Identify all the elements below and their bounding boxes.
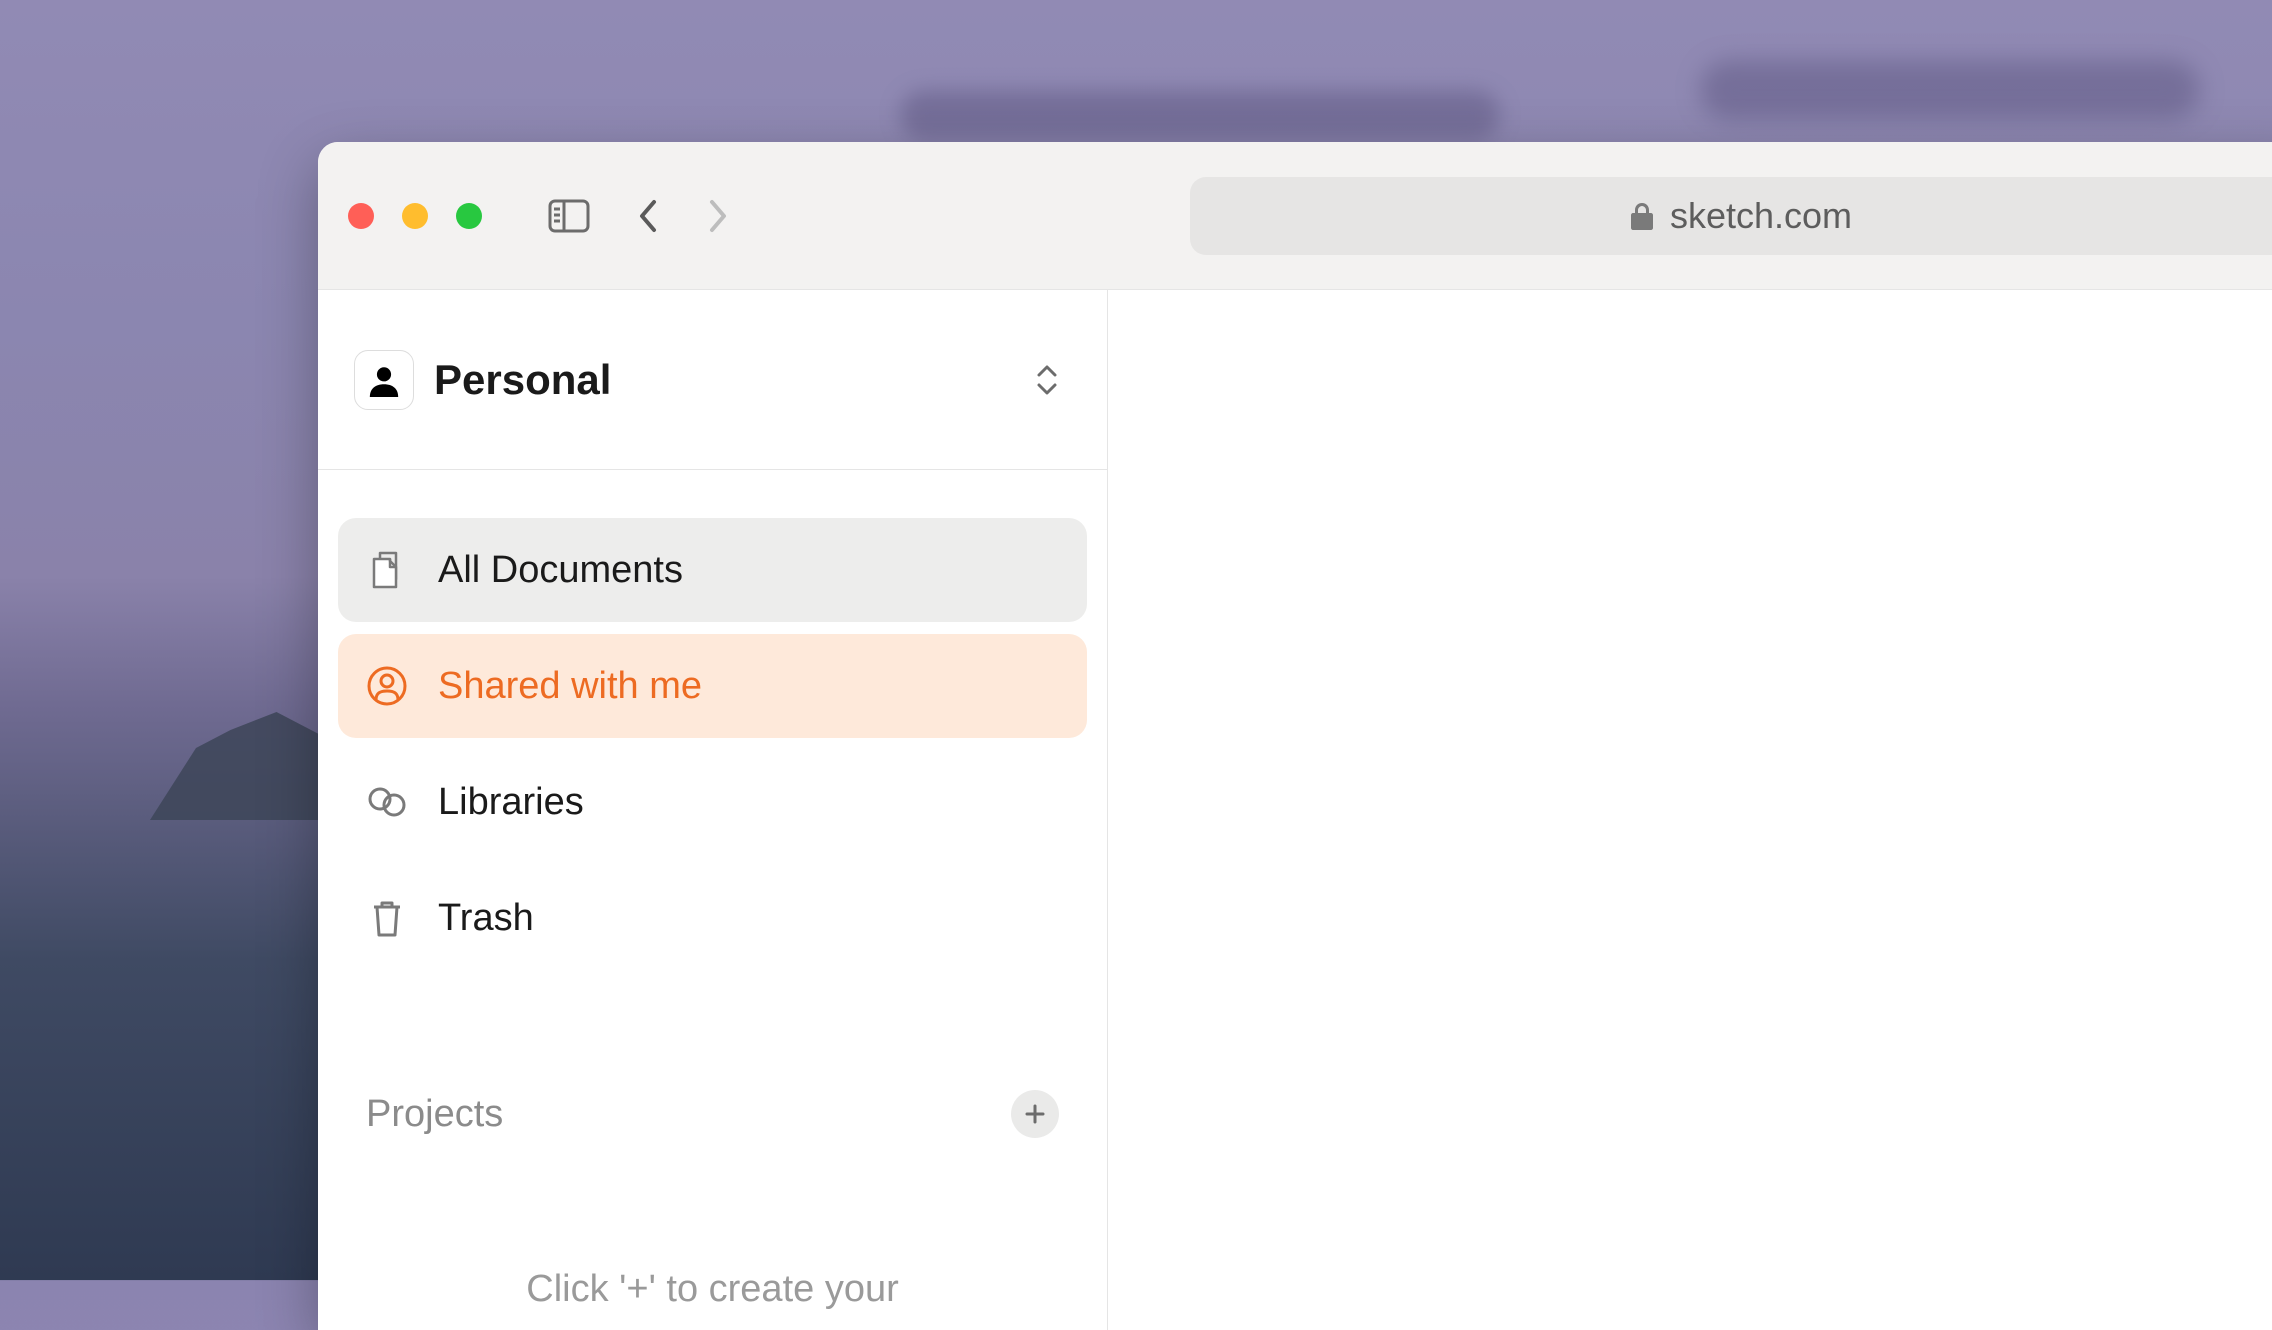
cloud-decoration bbox=[1700, 60, 2200, 120]
workspace-header: Personal bbox=[318, 290, 1107, 470]
nav-list: All Documents Shared with me bbox=[318, 470, 1107, 970]
documents-icon bbox=[366, 549, 408, 591]
add-project-button[interactable] bbox=[1011, 1090, 1059, 1138]
sidebar-toggle-icon[interactable] bbox=[548, 199, 590, 233]
sidebar-item-libraries[interactable]: Libraries bbox=[338, 750, 1087, 854]
window-controls bbox=[348, 203, 482, 229]
person-icon bbox=[354, 350, 414, 410]
projects-placeholder: Click '+' to create your bbox=[318, 1268, 1107, 1311]
sidebar-item-label: Shared with me bbox=[438, 665, 702, 708]
main-content bbox=[1108, 290, 2272, 1330]
address-bar[interactable]: sketch.com bbox=[1190, 177, 2272, 255]
sidebar-item-all-documents[interactable]: All Documents bbox=[338, 518, 1087, 622]
sidebar-item-trash[interactable]: Trash bbox=[338, 866, 1087, 970]
forward-button[interactable] bbox=[706, 198, 730, 234]
url-text: sketch.com bbox=[1670, 195, 1852, 237]
maximize-button[interactable] bbox=[456, 203, 482, 229]
browser-window: sketch.com Personal bbox=[318, 142, 2272, 1330]
sidebar: Personal bbox=[318, 290, 1108, 1330]
trash-icon bbox=[366, 897, 408, 939]
workspace-title: Personal bbox=[434, 356, 611, 404]
sidebar-item-label: Trash bbox=[438, 897, 534, 940]
lock-icon bbox=[1630, 201, 1654, 231]
cloud-decoration bbox=[900, 90, 1500, 140]
projects-section-title: Projects bbox=[366, 1093, 503, 1136]
link-icon bbox=[366, 781, 408, 823]
person-circle-icon bbox=[366, 665, 408, 707]
content-area: Personal bbox=[318, 290, 2272, 1330]
sidebar-item-label: All Documents bbox=[438, 549, 683, 592]
titlebar: sketch.com bbox=[318, 142, 2272, 290]
sidebar-item-shared-with-me[interactable]: Shared with me bbox=[338, 634, 1087, 738]
sidebar-item-label: Libraries bbox=[438, 781, 584, 824]
nav-arrows bbox=[636, 198, 730, 234]
back-button[interactable] bbox=[636, 198, 660, 234]
projects-section-header: Projects bbox=[318, 1090, 1107, 1138]
close-button[interactable] bbox=[348, 203, 374, 229]
minimize-button[interactable] bbox=[402, 203, 428, 229]
workspace-switcher[interactable] bbox=[1033, 361, 1061, 399]
